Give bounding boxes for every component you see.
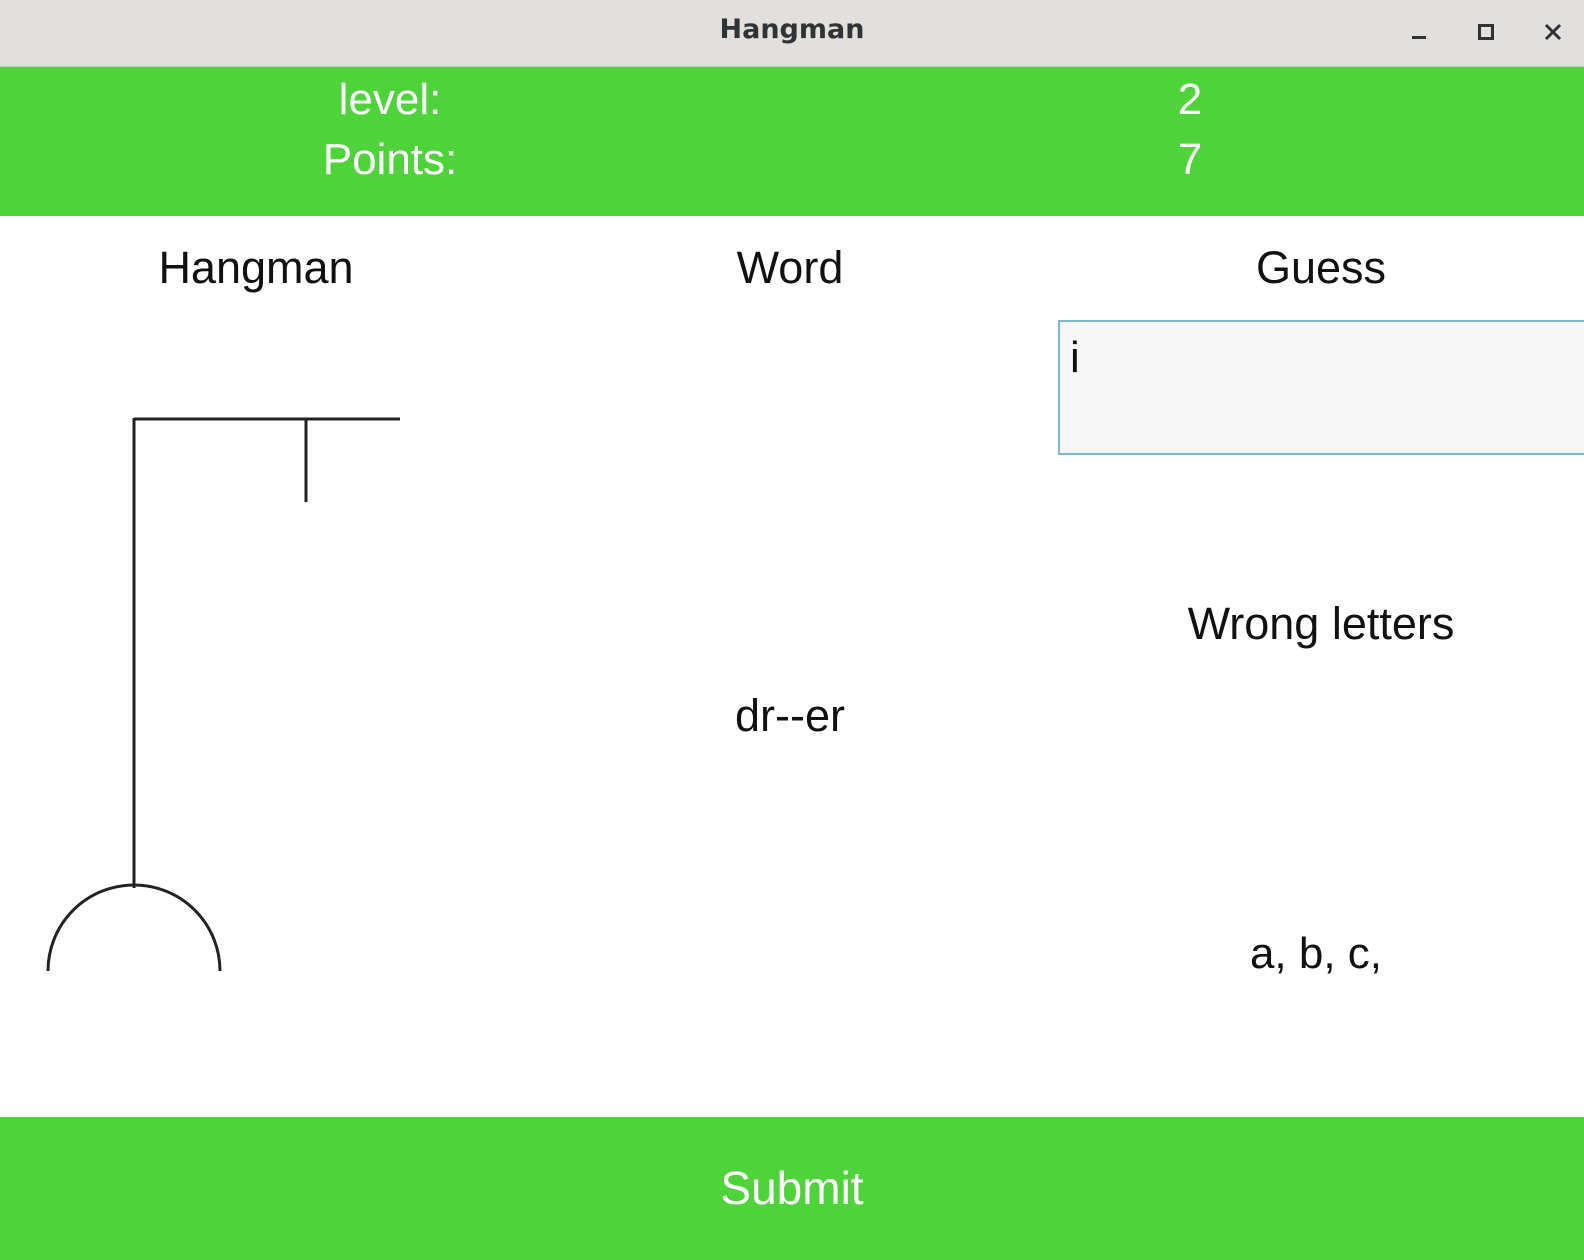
points-value: 7 [1177,135,1203,184]
maximize-button[interactable] [1464,10,1508,54]
guess-heading: Guess [1255,242,1387,293]
submit-button[interactable]: Submit [0,1117,1584,1260]
hangman-drawing [46,417,400,972]
window-title: Hangman [719,14,865,45]
hangman-heading: Hangman [158,242,354,293]
close-button[interactable] [1531,10,1575,54]
hangman-window: Hangman level: Points: 2 7 Hangman Word … [0,0,1584,1260]
wrong-letters-list: a, b, c, [1249,929,1383,978]
word-heading: Word [736,242,844,293]
close-icon [1544,23,1562,41]
points-label: Points: [322,135,458,184]
maximize-icon [1478,24,1494,40]
level-value: 2 [1177,75,1203,124]
level-label: level: [338,75,442,124]
minimize-icon [1412,36,1426,39]
score-header: level: Points: 2 7 [0,67,1584,216]
gallows-base-arc [46,883,222,972]
title-bar: Hangman [0,0,1584,67]
wrong-letters-heading: Wrong letters [1187,598,1455,649]
guess-input[interactable]: i [1058,320,1584,455]
masked-word: dr--er [735,690,845,741]
minimize-button[interactable] [1397,10,1441,54]
